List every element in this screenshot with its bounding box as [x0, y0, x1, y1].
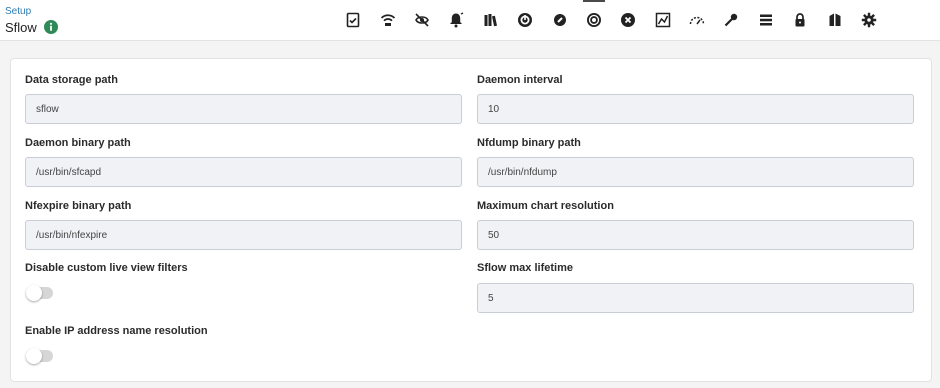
settings-panel: Data storage path Daemon binary path Nfe… [10, 58, 932, 382]
nfdump-binary-path-input[interactable] [477, 157, 914, 187]
gear-icon[interactable] [852, 0, 886, 40]
top-bar: Setup Sflow [0, 0, 940, 41]
enable-ip-name-resolution-label: Enable IP address name resolution [25, 325, 208, 337]
list-icon[interactable] [749, 0, 783, 40]
daemon-interval-input[interactable] [477, 94, 914, 124]
breadcrumb[interactable]: Setup [5, 6, 31, 17]
sflow-max-lifetime-label: Sflow max lifetime [477, 262, 573, 274]
toggle-knob [26, 348, 42, 364]
eye-off-icon[interactable] [405, 0, 439, 40]
toggle-knob [26, 285, 42, 301]
books-icon[interactable] [474, 0, 508, 40]
nfexpire-binary-path-label: Nfexpire binary path [25, 200, 132, 212]
close-circle-icon[interactable] [611, 0, 645, 40]
disable-live-view-filters-toggle[interactable] [26, 285, 53, 301]
max-chart-resolution-label: Maximum chart resolution [477, 200, 614, 212]
power-icon[interactable] [508, 0, 542, 40]
nfexpire-binary-path-input[interactable] [25, 220, 462, 250]
nfdump-binary-path-label: Nfdump binary path [477, 137, 581, 149]
key-icon[interactable] [714, 0, 748, 40]
info-icon[interactable] [44, 20, 58, 34]
wifi-icon[interactable] [370, 0, 404, 40]
lock-icon[interactable] [783, 0, 817, 40]
daemon-interval-label: Daemon interval [477, 74, 563, 86]
chart-icon[interactable] [646, 0, 680, 40]
max-chart-resolution-input[interactable] [477, 220, 914, 250]
building-icon[interactable] [817, 0, 851, 40]
data-storage-path-input[interactable] [25, 94, 462, 124]
daemon-binary-path-input[interactable] [25, 157, 462, 187]
data-storage-path-label: Data storage path [25, 74, 118, 86]
module-toolbar [336, 0, 886, 40]
page-title: Sflow [5, 20, 37, 35]
bell-icon[interactable] [439, 0, 473, 40]
target-icon[interactable] [577, 0, 611, 40]
sflow-max-lifetime-input[interactable] [477, 283, 914, 313]
wrench-icon[interactable] [542, 0, 576, 40]
enable-ip-name-resolution-toggle[interactable] [26, 348, 53, 364]
daemon-binary-path-label: Daemon binary path [25, 137, 131, 149]
gauge-icon[interactable] [680, 0, 714, 40]
checklist-icon[interactable] [336, 0, 370, 40]
disable-live-view-filters-label: Disable custom live view filters [25, 262, 188, 274]
